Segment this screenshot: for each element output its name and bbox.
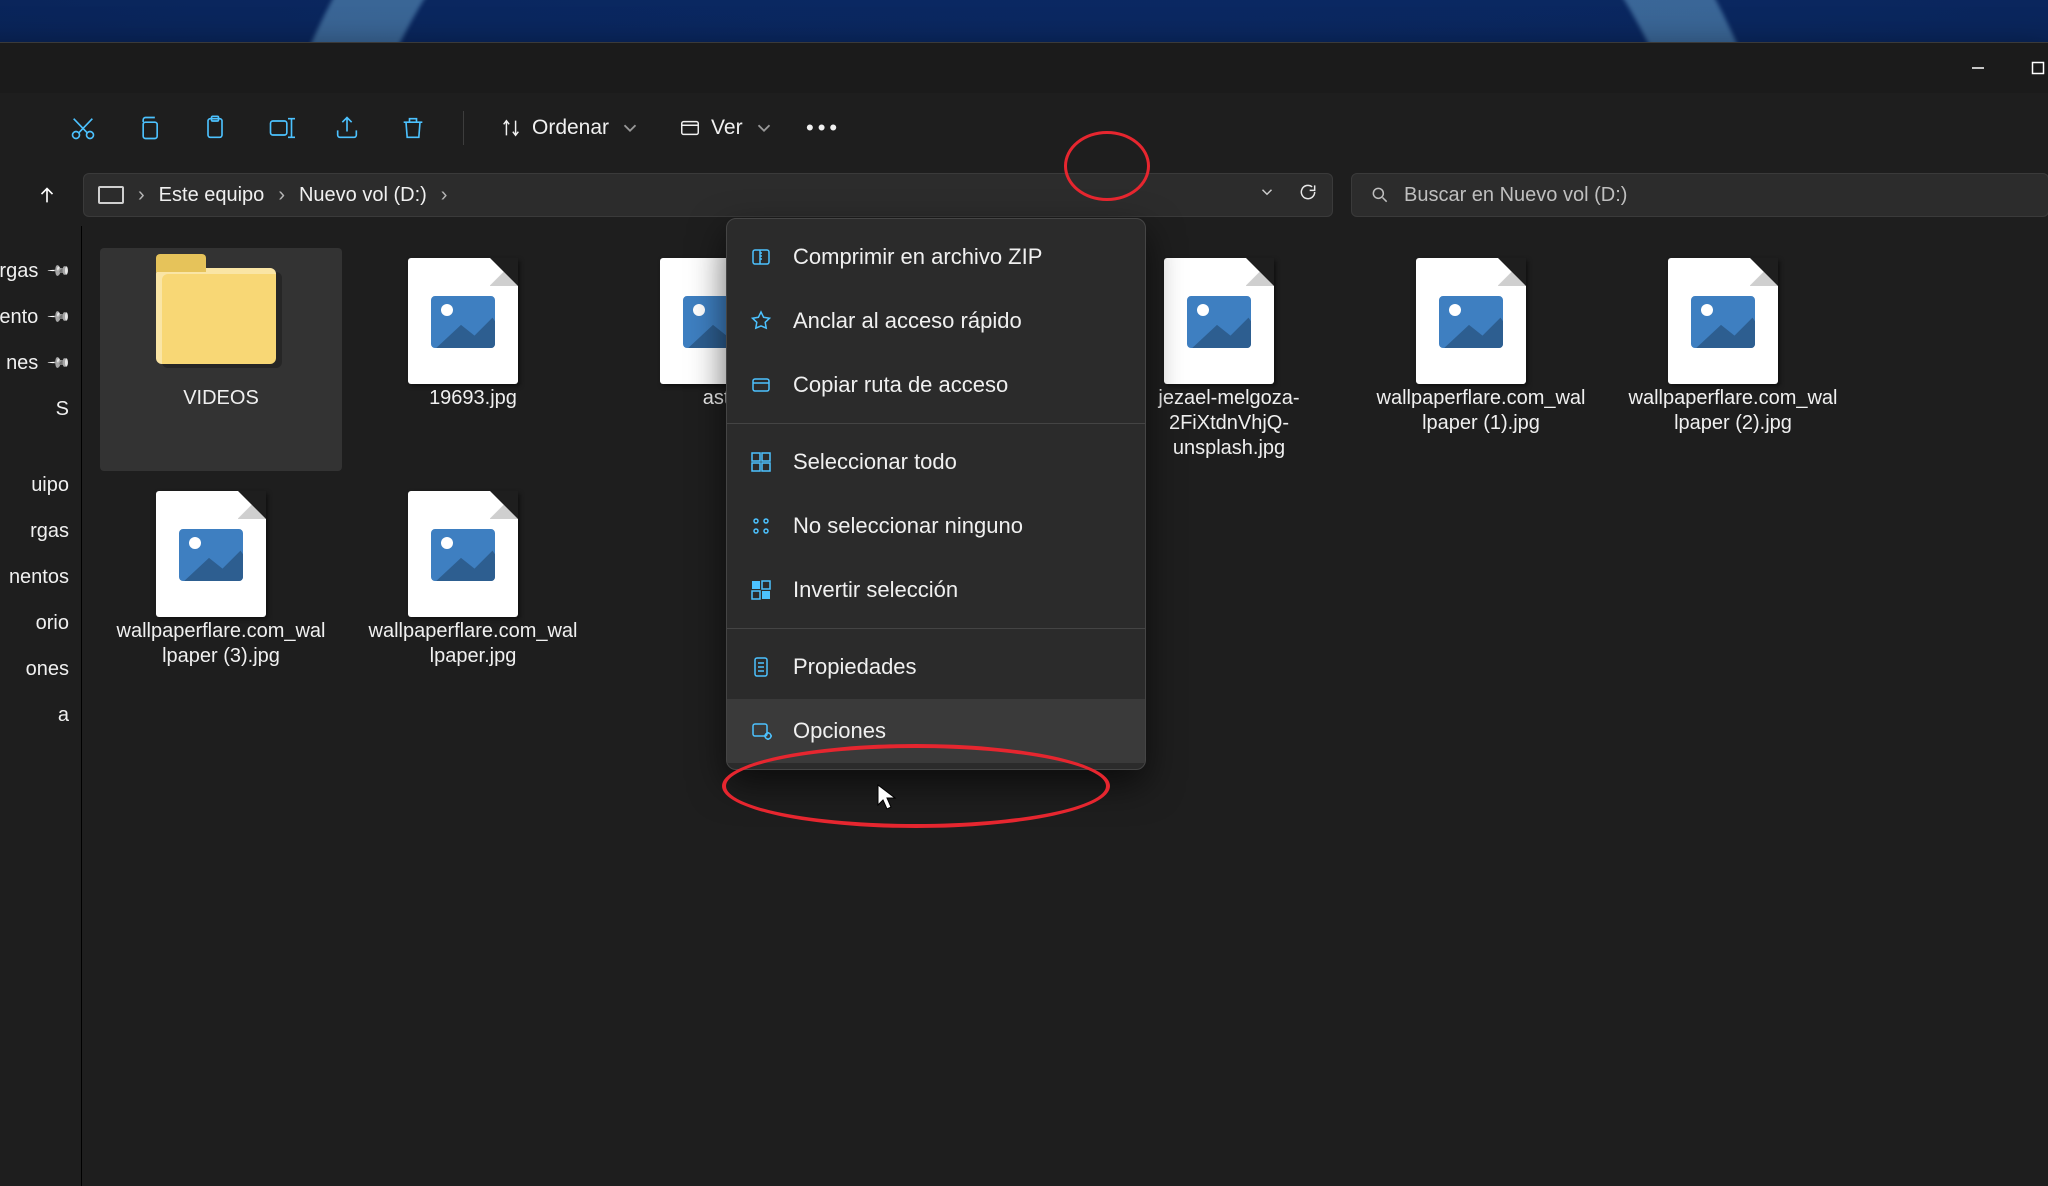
path-icon <box>749 373 773 397</box>
menu-item-label: Copiar ruta de acceso <box>793 372 1008 398</box>
image-file-icon <box>408 258 538 378</box>
item-label: wallpaperflare.com_wallpaper (3).jpg <box>116 619 326 669</box>
search-placeholder: Buscar en Nuevo vol (D:) <box>1404 184 1627 207</box>
search-input[interactable]: Buscar en Nuevo vol (D:) <box>1351 173 2048 217</box>
item-label: jezael-melgoza-2FiXtdnVhjQ-unsplash.jpg <box>1124 386 1334 461</box>
star-icon <box>749 309 773 333</box>
rename-button[interactable] <box>255 105 307 151</box>
chevron-down-icon <box>753 117 775 139</box>
file-item[interactable]: wallpaperflare.com_wallpaper (1).jpg <box>1360 248 1602 471</box>
drive-icon <box>98 186 124 204</box>
menu-item-options[interactable]: Opciones <box>727 699 1145 763</box>
menu-item-select-all[interactable]: Seleccionar todo <box>727 430 1145 494</box>
breadcrumb-separator: › <box>138 184 145 207</box>
select-none-icon <box>749 514 773 538</box>
sidebar-item[interactable]: a <box>0 692 81 738</box>
sidebar-item[interactable]: S <box>0 386 81 432</box>
sidebar-item[interactable]: ones <box>0 646 81 692</box>
file-item[interactable]: 19693.jpg <box>352 248 594 471</box>
breadcrumb-separator: › <box>441 184 448 207</box>
file-item[interactable]: wallpaperflare.com_wallpaper.jpg <box>352 481 594 679</box>
menu-item-select-none[interactable]: No seleccionar ninguno <box>727 494 1145 558</box>
folder-icon <box>156 258 286 378</box>
item-label: wallpaperflare.com_wallpaper (1).jpg <box>1376 386 1586 436</box>
menu-separator <box>727 423 1145 424</box>
pin-icon: 📌 <box>47 350 73 376</box>
image-file-icon <box>1164 258 1294 378</box>
sidebar-item[interactable]: nes📌 <box>0 340 81 386</box>
menu-item-label: Anclar al acceso rápido <box>793 308 1022 334</box>
menu-item-label: Opciones <box>793 718 886 744</box>
select-all-icon <box>749 450 773 474</box>
up-button[interactable] <box>29 177 65 213</box>
menu-item-label: Seleccionar todo <box>793 449 957 475</box>
titlebar[interactable]: D:) <box>0 43 2048 93</box>
toolbar: Ordenar Ver ••• <box>0 93 2048 164</box>
sidebar-item[interactable]: nento📌 <box>0 294 81 340</box>
menu-item-zip[interactable]: Comprimir en archivo ZIP <box>727 225 1145 289</box>
menu-item-label: Propiedades <box>793 654 917 680</box>
menu-item-label: Invertir selección <box>793 577 958 603</box>
item-label: VIDEOS <box>183 386 259 411</box>
breadcrumb-root[interactable]: Este equipo <box>159 184 265 207</box>
minimize-button[interactable] <box>1955 49 2001 87</box>
file-item[interactable]: wallpaperflare.com_wallpaper (2).jpg <box>1612 248 1854 471</box>
menu-item-label: Comprimir en archivo ZIP <box>793 244 1042 270</box>
delete-button[interactable] <box>387 105 439 151</box>
breadcrumb-current[interactable]: Nuevo vol (D:) <box>299 184 427 207</box>
props-icon <box>749 655 773 679</box>
image-file-icon <box>1416 258 1546 378</box>
maximize-button[interactable] <box>2015 49 2048 87</box>
menu-item-path[interactable]: Copiar ruta de acceso <box>727 353 1145 417</box>
menu-item-label: No seleccionar ninguno <box>793 513 1023 539</box>
sidebar[interactable]: rgas📌nento📌nes📌Suiporgasnentosorioonesa <box>0 226 82 1186</box>
toolbar-separator <box>463 111 464 145</box>
chevron-down-icon <box>619 117 641 139</box>
address-dropdown-button[interactable] <box>1258 183 1276 207</box>
options-icon <box>749 719 773 743</box>
file-item[interactable]: wallpaperflare.com_wallpaper (3).jpg <box>100 481 342 679</box>
share-button[interactable] <box>321 105 373 151</box>
folder-item[interactable]: VIDEOS <box>100 248 342 471</box>
copy-button[interactable] <box>123 105 175 151</box>
refresh-button[interactable] <box>1298 182 1318 208</box>
search-icon <box>1370 185 1390 205</box>
sidebar-item[interactable]: rgas📌 <box>0 248 81 294</box>
image-file-icon <box>1668 258 1798 378</box>
image-file-icon <box>156 491 286 611</box>
view-label: Ver <box>711 116 743 140</box>
pin-icon: 📌 <box>47 304 73 330</box>
sidebar-item[interactable]: orio <box>0 600 81 646</box>
sort-label: Ordenar <box>532 116 609 140</box>
breadcrumb-separator: › <box>278 184 285 207</box>
item-label: wallpaperflare.com_wallpaper (2).jpg <box>1628 386 1838 436</box>
menu-item-select-invert[interactable]: Invertir selección <box>727 558 1145 622</box>
menu-item-star[interactable]: Anclar al acceso rápido <box>727 289 1145 353</box>
item-label: 19693.jpg <box>429 386 517 411</box>
pin-icon: 📌 <box>47 258 73 284</box>
menu-item-props[interactable]: Propiedades <box>727 635 1145 699</box>
image-file-icon <box>408 491 538 611</box>
nav-row: › Este equipo › Nuevo vol (D:) › Buscar … <box>0 164 2048 226</box>
sidebar-item[interactable]: rgas <box>0 508 81 554</box>
more-button[interactable]: ••• <box>801 105 847 151</box>
zip-icon <box>749 245 773 269</box>
item-label: wallpaperflare.com_wallpaper.jpg <box>368 619 578 669</box>
cut-button[interactable] <box>57 105 109 151</box>
sidebar-item[interactable]: uipo <box>0 462 81 508</box>
more-menu: Comprimir en archivo ZIP Anclar al acceso… <box>726 218 1146 770</box>
paste-button[interactable] <box>189 105 241 151</box>
select-invert-icon <box>749 578 773 602</box>
menu-separator <box>727 628 1145 629</box>
sort-button[interactable]: Ordenar <box>488 105 653 151</box>
address-bar[interactable]: › Este equipo › Nuevo vol (D:) › <box>83 173 1333 217</box>
view-button[interactable]: Ver <box>667 105 787 151</box>
sidebar-item[interactable]: nentos <box>0 554 81 600</box>
